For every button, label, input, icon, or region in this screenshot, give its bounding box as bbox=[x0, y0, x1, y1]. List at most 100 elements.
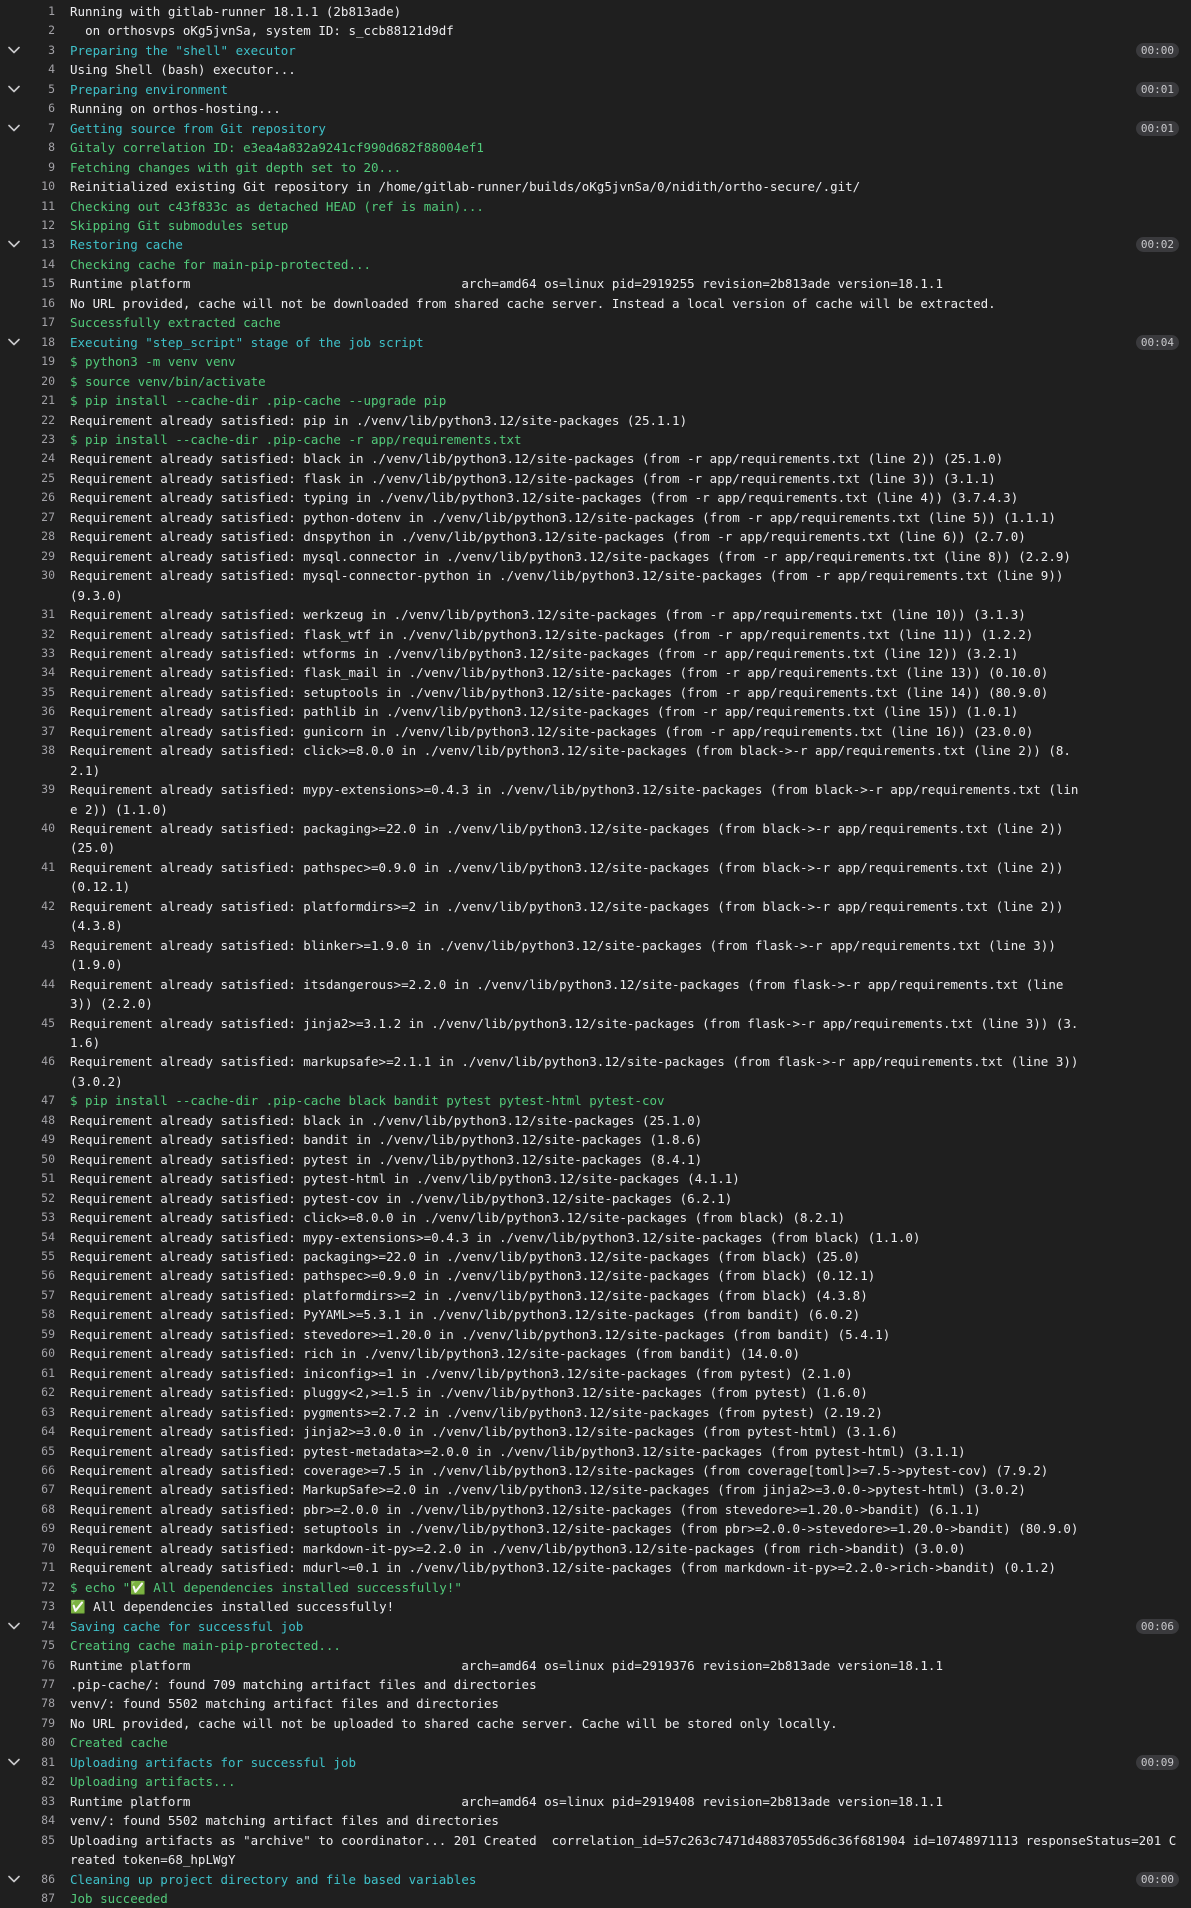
line-number[interactable]: 70 bbox=[28, 1539, 55, 1558]
line-number[interactable]: 87 bbox=[28, 1889, 55, 1908]
line-number[interactable]: 61 bbox=[28, 1364, 55, 1383]
line-number[interactable]: 29 bbox=[28, 547, 55, 566]
log-section-header[interactable]: 74 Saving cache for successful job 00:06 bbox=[0, 1617, 1191, 1636]
line-number[interactable]: 9 bbox=[28, 158, 55, 177]
line-number[interactable]: 13 bbox=[28, 235, 55, 254]
line-number[interactable]: 23 bbox=[28, 430, 55, 449]
line-number[interactable]: 8 bbox=[28, 138, 55, 157]
line-number[interactable]: 68 bbox=[28, 1500, 55, 1519]
line-number[interactable]: 41 bbox=[28, 858, 55, 877]
line-number[interactable]: 76 bbox=[28, 1656, 55, 1675]
line-number[interactable]: 54 bbox=[28, 1228, 55, 1247]
log-section-header[interactable]: 7 Getting source from Git repository 00:01 bbox=[0, 119, 1191, 138]
line-number[interactable]: 43 bbox=[28, 936, 55, 955]
line-number[interactable]: 16 bbox=[28, 294, 55, 313]
line-number[interactable]: 47 bbox=[28, 1091, 55, 1110]
line-number[interactable]: 42 bbox=[28, 897, 55, 916]
line-number[interactable]: 80 bbox=[28, 1733, 55, 1752]
line-number[interactable]: 28 bbox=[28, 527, 55, 546]
line-number[interactable]: 34 bbox=[28, 663, 55, 682]
chevron-down-icon[interactable] bbox=[0, 235, 28, 254]
line-number[interactable]: 5 bbox=[28, 80, 55, 99]
line-number[interactable]: 35 bbox=[28, 683, 55, 702]
line-number[interactable]: 86 bbox=[28, 1870, 55, 1889]
line-number[interactable]: 74 bbox=[28, 1617, 55, 1636]
line-number[interactable]: 75 bbox=[28, 1636, 55, 1655]
line-number[interactable]: 27 bbox=[28, 508, 55, 527]
line-number[interactable]: 62 bbox=[28, 1383, 55, 1402]
log-section-header[interactable]: 86 Cleaning up project directory and file… bbox=[0, 1870, 1191, 1889]
line-number[interactable]: 48 bbox=[28, 1111, 55, 1130]
line-number[interactable]: 30 bbox=[28, 566, 55, 585]
line-number[interactable]: 57 bbox=[28, 1286, 55, 1305]
line-number[interactable]: 10 bbox=[28, 177, 55, 196]
line-number[interactable]: 60 bbox=[28, 1344, 55, 1363]
line-number[interactable]: 84 bbox=[28, 1811, 55, 1830]
line-number[interactable]: 20 bbox=[28, 372, 55, 391]
chevron-down-icon[interactable] bbox=[0, 1753, 28, 1772]
line-number[interactable]: 15 bbox=[28, 274, 55, 293]
line-number[interactable]: 33 bbox=[28, 644, 55, 663]
line-number[interactable]: 69 bbox=[28, 1519, 55, 1538]
log-section-header[interactable]: 18 Executing "step_script" stage of the j… bbox=[0, 333, 1191, 352]
line-number[interactable]: 24 bbox=[28, 449, 55, 468]
line-number[interactable]: 56 bbox=[28, 1266, 55, 1285]
line-number[interactable]: 19 bbox=[28, 352, 55, 371]
chevron-down-icon[interactable] bbox=[0, 80, 28, 99]
line-number[interactable]: 71 bbox=[28, 1558, 55, 1577]
chevron-down-icon[interactable] bbox=[0, 119, 28, 138]
line-number[interactable]: 79 bbox=[28, 1714, 55, 1733]
line-number[interactable]: 22 bbox=[28, 411, 55, 430]
line-number[interactable]: 11 bbox=[28, 197, 55, 216]
line-number[interactable]: 36 bbox=[28, 702, 55, 721]
line-number[interactable]: 18 bbox=[28, 333, 55, 352]
line-number[interactable]: 66 bbox=[28, 1461, 55, 1480]
line-number[interactable]: 6 bbox=[28, 99, 55, 118]
line-number[interactable]: 67 bbox=[28, 1480, 55, 1499]
line-number[interactable]: 45 bbox=[28, 1014, 55, 1033]
line-number[interactable]: 55 bbox=[28, 1247, 55, 1266]
line-number[interactable]: 85 bbox=[28, 1831, 55, 1850]
log-section-header[interactable]: 3 Preparing the "shell" executor 00:00 bbox=[0, 41, 1191, 60]
line-number[interactable]: 78 bbox=[28, 1694, 55, 1713]
line-number[interactable]: 21 bbox=[28, 391, 55, 410]
line-number[interactable]: 31 bbox=[28, 605, 55, 624]
line-number[interactable]: 25 bbox=[28, 469, 55, 488]
line-number[interactable]: 37 bbox=[28, 722, 55, 741]
line-number[interactable]: 38 bbox=[28, 741, 55, 760]
line-number[interactable]: 32 bbox=[28, 625, 55, 644]
line-number[interactable]: 14 bbox=[28, 255, 55, 274]
line-number[interactable]: 44 bbox=[28, 975, 55, 994]
line-number[interactable]: 4 bbox=[28, 60, 55, 79]
line-number[interactable]: 65 bbox=[28, 1442, 55, 1461]
chevron-down-icon[interactable] bbox=[0, 333, 28, 352]
line-number[interactable]: 58 bbox=[28, 1305, 55, 1324]
line-number[interactable]: 59 bbox=[28, 1325, 55, 1344]
chevron-down-icon[interactable] bbox=[0, 41, 28, 60]
line-number[interactable]: 2 bbox=[28, 21, 55, 40]
chevron-down-icon[interactable] bbox=[0, 1617, 28, 1636]
log-section-header[interactable]: 5 Preparing environment 00:01 bbox=[0, 80, 1191, 99]
line-number[interactable]: 17 bbox=[28, 313, 55, 332]
line-number[interactable]: 83 bbox=[28, 1792, 55, 1811]
line-number[interactable]: 53 bbox=[28, 1208, 55, 1227]
line-number[interactable]: 3 bbox=[28, 41, 55, 60]
line-number[interactable]: 7 bbox=[28, 119, 55, 138]
line-number[interactable]: 64 bbox=[28, 1422, 55, 1441]
log-section-header[interactable]: 81 Uploading artifacts for successful job… bbox=[0, 1753, 1191, 1772]
line-number[interactable]: 73 bbox=[28, 1597, 55, 1616]
line-number[interactable]: 81 bbox=[28, 1753, 55, 1772]
line-number[interactable]: 39 bbox=[28, 780, 55, 799]
line-number[interactable]: 12 bbox=[28, 216, 55, 235]
chevron-down-icon[interactable] bbox=[0, 1870, 28, 1889]
line-number[interactable]: 52 bbox=[28, 1189, 55, 1208]
line-number[interactable]: 63 bbox=[28, 1403, 55, 1422]
line-number[interactable]: 50 bbox=[28, 1150, 55, 1169]
line-number[interactable]: 82 bbox=[28, 1772, 55, 1791]
line-number[interactable]: 49 bbox=[28, 1130, 55, 1149]
line-number[interactable]: 40 bbox=[28, 819, 55, 838]
log-section-header[interactable]: 13 Restoring cache 00:02 bbox=[0, 235, 1191, 254]
line-number[interactable]: 72 bbox=[28, 1578, 55, 1597]
line-number[interactable]: 77 bbox=[28, 1675, 55, 1694]
line-number[interactable]: 1 bbox=[28, 2, 55, 21]
